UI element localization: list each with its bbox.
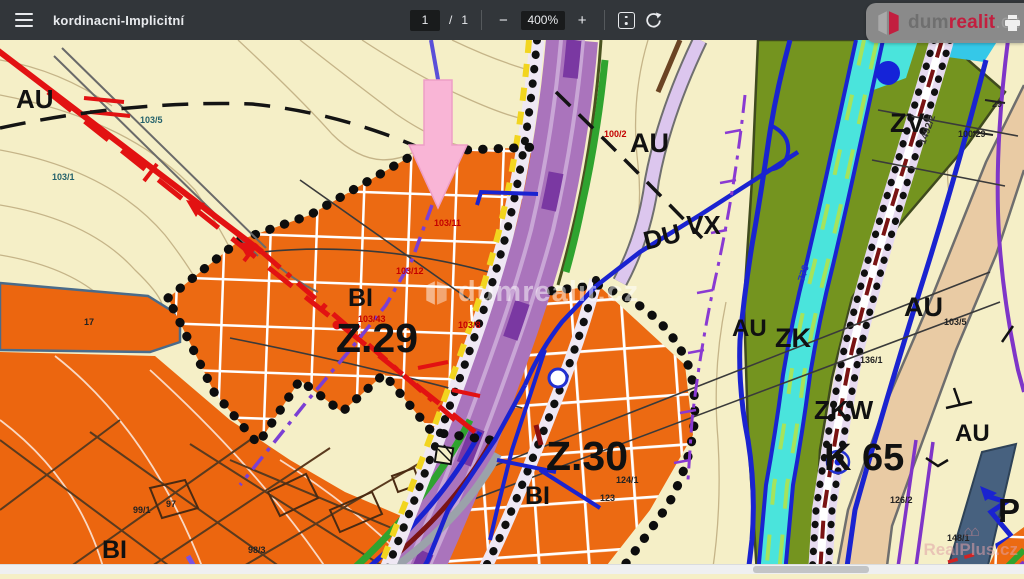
parcel-number: 103/8 xyxy=(458,320,481,330)
zone-label-zk: ZK xyxy=(775,323,811,353)
parcel-number: 103/5 xyxy=(140,115,163,125)
parcel-number: 103/1 xyxy=(52,172,75,182)
parcel-number: 103/5 xyxy=(944,317,967,327)
zoning-map: AU AU VX DU AU AU ZV ZK ZKW K 65 BI Z.29… xyxy=(0,40,1024,574)
dumrealit-watermark-overlay[interactable]: dumrealit.cz xyxy=(866,3,1024,43)
zone-label-au: AU xyxy=(16,84,54,114)
zone-label-k65: K 65 xyxy=(824,437,904,479)
zone-label-bi: BI xyxy=(348,284,373,312)
separator xyxy=(481,10,482,30)
zoom-out-button[interactable]: − xyxy=(495,12,512,29)
parcel-number: 103/11 xyxy=(434,218,461,228)
document-title: kordinacni-Implicitní xyxy=(53,13,184,28)
zone-label-bi: BI xyxy=(525,482,550,510)
menu-icon[interactable] xyxy=(15,13,33,27)
zoom-level[interactable]: 400% xyxy=(521,11,565,30)
page-total: 1 xyxy=(461,13,468,27)
rotate-icon[interactable] xyxy=(644,11,663,30)
horizontal-scrollbar[interactable] xyxy=(0,564,1024,574)
zone-label-bi: BI xyxy=(102,536,127,564)
parcel-number: 148/1 xyxy=(947,533,970,543)
zone-label-zv: ZV xyxy=(890,108,925,138)
parcel-number: 100/2 xyxy=(604,129,627,139)
pond-dot xyxy=(876,61,900,85)
zone-label-zkw: ZKW xyxy=(814,395,874,425)
parcel-number: 124/1 xyxy=(616,475,639,485)
page-divider: / xyxy=(449,13,452,27)
scrollbar-thumb[interactable] xyxy=(753,566,869,573)
parcel-number: 100/29 xyxy=(958,129,986,139)
zone-label-au: AU xyxy=(630,128,669,158)
parcel-number: 103/43 xyxy=(358,314,386,324)
zoom-in-button[interactable]: + xyxy=(574,12,591,29)
zone-label-au: AU xyxy=(904,292,943,322)
separator xyxy=(604,10,605,30)
zone-label-z30: Z.30 xyxy=(546,433,628,479)
parcel-number: 29 xyxy=(992,99,1002,109)
fit-to-page-icon[interactable] xyxy=(618,12,635,29)
parcel-number: 17 xyxy=(84,317,94,327)
toolbar-controls: / 1 − 400% + xyxy=(410,0,663,40)
zone-label-vx: VX xyxy=(686,210,721,240)
parcel-number: 123 xyxy=(600,493,615,503)
zone-label-au: AU xyxy=(732,315,767,342)
dumrealit-box-icon xyxy=(876,8,902,38)
parcel-number: 99/1 xyxy=(133,505,151,515)
parcel-number: 98/3 xyxy=(248,545,266,555)
print-icon[interactable] xyxy=(1004,15,1021,31)
zone-label-au: AU xyxy=(955,420,990,447)
zoning-map-page[interactable]: AU AU VX DU AU AU ZV ZK ZKW K 65 BI Z.29… xyxy=(0,40,1024,574)
page-number-input[interactable] xyxy=(410,10,440,31)
parcel-number: 97 xyxy=(166,499,176,509)
zone-label-p: P xyxy=(998,492,1020,529)
parcel-number: 103/12 xyxy=(396,266,424,276)
parcel-number: 136/1 xyxy=(860,355,883,365)
parcel-number: 126/2 xyxy=(890,495,913,505)
